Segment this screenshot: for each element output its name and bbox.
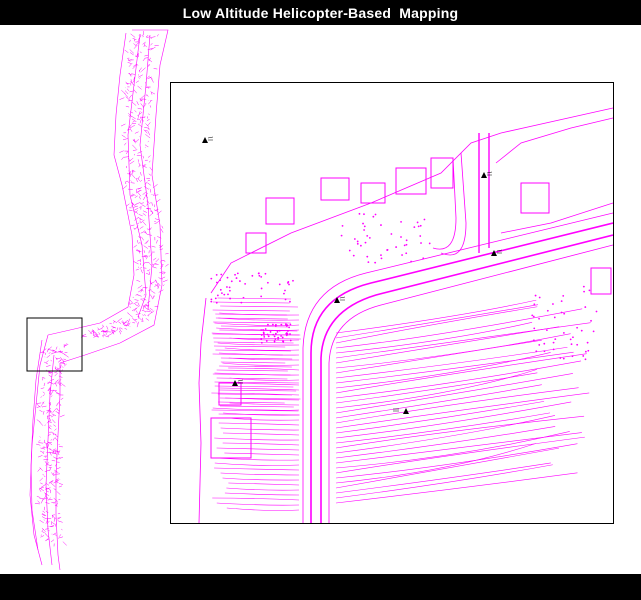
locator-box [26, 317, 83, 372]
header-bar: Low Altitude Helicopter-Based Mapping [0, 0, 641, 25]
inset-vegetation-dots [210, 212, 598, 361]
inset-linework [198, 107, 613, 523]
inset-parcel-lines [211, 297, 591, 511]
triangle-benchmark-icon [481, 171, 493, 178]
triangle-benchmark-icon [334, 296, 346, 303]
footer-bar [0, 574, 641, 600]
triangle-benchmark-icon [202, 136, 214, 143]
control-points [202, 136, 503, 414]
corridor-strip [29, 29, 169, 571]
page-title: Low Altitude Helicopter-Based Mapping [182, 4, 459, 21]
detail-inset-map [170, 82, 614, 524]
corridor-linework [34, 31, 169, 547]
map-area [0, 25, 641, 574]
